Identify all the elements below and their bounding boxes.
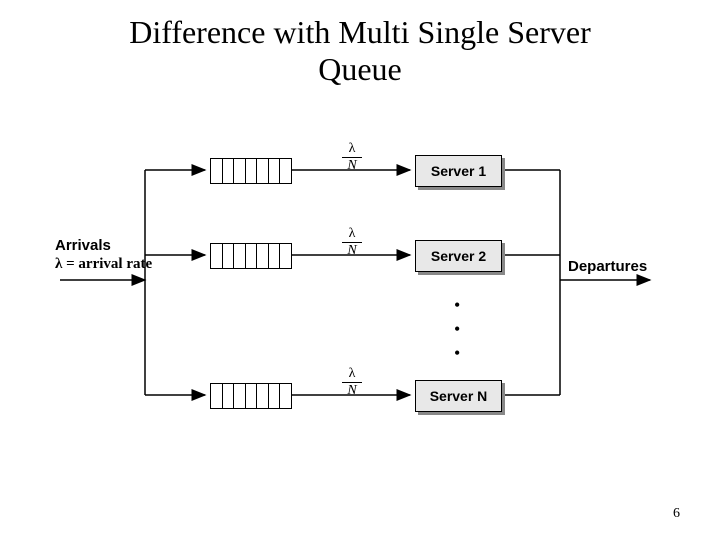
- arrivals-label: Arrivals λ = arrival rate: [55, 237, 152, 273]
- arrivals-text: Arrivals: [55, 237, 152, 255]
- rate-fraction-1: λ N: [340, 142, 364, 173]
- rate-fraction-2: λ N: [340, 227, 364, 258]
- departures-label: Departures: [568, 258, 647, 276]
- ellipsis-dot-2: •: [454, 320, 460, 338]
- server-2-box: Server 2: [415, 240, 502, 272]
- rate-num: λ: [340, 227, 364, 241]
- queue-1: [210, 158, 292, 184]
- queue-n: [210, 383, 292, 409]
- ellipsis-dot-1: •: [454, 296, 460, 314]
- server-1-label: Server 1: [431, 163, 486, 179]
- arrival-rate-text: λ = arrival rate: [55, 255, 152, 273]
- server-2-label: Server 2: [431, 248, 486, 264]
- rate-den: N: [340, 244, 364, 258]
- rate-fraction-n: λ N: [340, 367, 364, 398]
- ellipsis-dot-3: •: [454, 344, 460, 362]
- page-number: 6: [673, 506, 680, 522]
- rate-num: λ: [340, 367, 364, 381]
- rate-den: N: [340, 384, 364, 398]
- server-n-box: Server N: [415, 380, 502, 412]
- queue-2: [210, 243, 292, 269]
- rate-den: N: [340, 159, 364, 173]
- rate-num: λ: [340, 142, 364, 156]
- server-n-label: Server N: [430, 388, 488, 404]
- server-1-box: Server 1: [415, 155, 502, 187]
